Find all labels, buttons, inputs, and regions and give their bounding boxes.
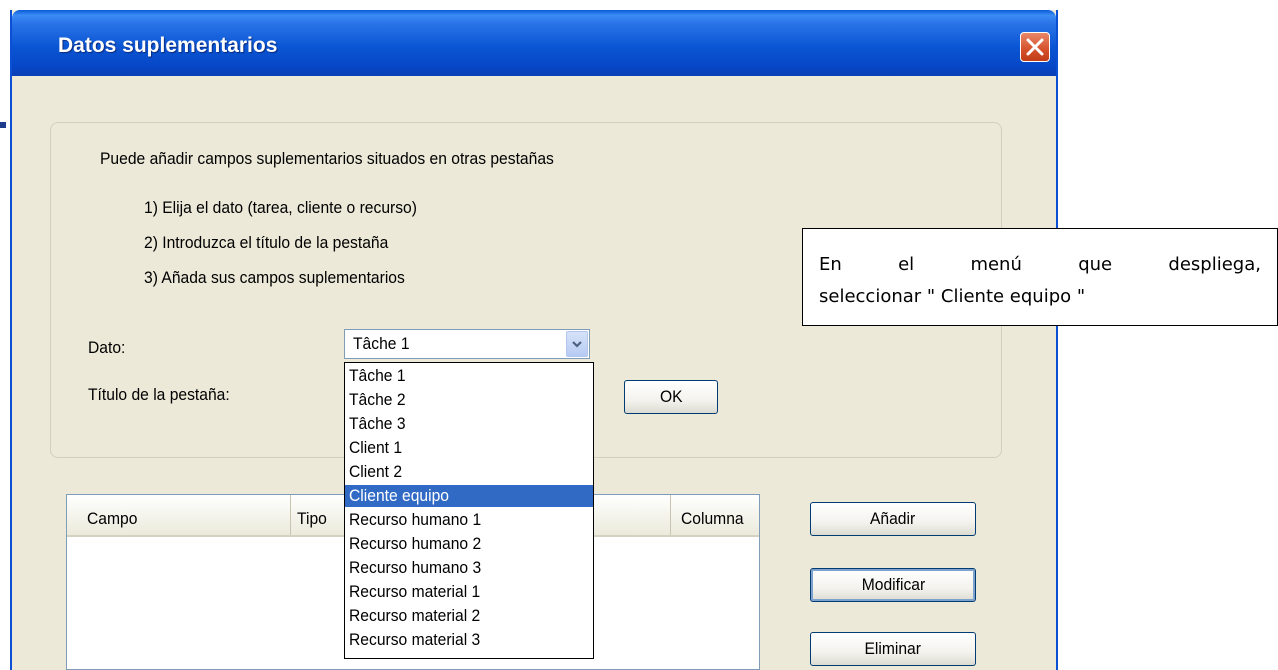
background-window-edge [0,122,6,128]
chevron-down-icon [572,341,582,348]
close-button[interactable] [1020,32,1050,62]
dropdown-option[interactable]: Recurso material 1 [345,581,593,603]
dato-dropdown-list[interactable]: Tâche 1 Tâche 2 Tâche 3 Client 1 Client … [344,362,594,659]
dropdown-option[interactable]: Tâche 1 [345,365,593,387]
callout-line-1: En el menú que despliega, [819,254,1261,275]
delete-button[interactable]: Eliminar [810,632,976,666]
close-icon [1026,38,1044,56]
column-header-campo[interactable]: Campo [67,495,291,535]
dropdown-option-selected[interactable]: Cliente equipo [345,485,593,507]
dropdown-option[interactable]: Tâche 2 [345,389,593,411]
callout-line-2: seleccionar " Cliente equipo " [819,286,1086,307]
step-3-text: 3) Añada sus campos suplementarios [144,268,405,287]
dato-label: Dato: [88,338,126,357]
dropdown-option[interactable]: Recurso material 3 [345,629,593,651]
dropdown-option[interactable]: Recurso humano 3 [345,557,593,579]
window-title: Datos suplementarios [58,34,278,57]
intro-text: Puede añadir campos suplementarios situa… [100,149,554,168]
dropdown-option[interactable]: Recurso humano 1 [345,509,593,531]
titulo-label: Título de la pestaña: [88,385,230,404]
step-1-text: 1) Elija el dato (tarea, cliente o recur… [144,198,417,217]
dropdown-option[interactable]: Tâche 3 [345,413,593,435]
dropdown-option[interactable]: Client 1 [345,437,593,459]
instruction-callout: En el menú que despliega, seleccionar " … [802,228,1278,326]
dropdown-option[interactable]: Recurso humano 2 [345,533,593,555]
title-bar[interactable]: Datos suplementarios [12,10,1056,76]
dato-select-value: Tâche 1 [353,334,410,353]
ok-button[interactable]: OK [624,380,718,414]
dropdown-option[interactable]: Client 2 [345,461,593,483]
dato-select[interactable]: Tâche 1 [344,329,590,359]
modify-button[interactable]: Modificar [810,568,976,602]
column-header-columna[interactable]: Columna [671,495,761,535]
step-2-text: 2) Introduzca el título de la pestaña [144,233,389,252]
dropdown-option[interactable]: Recurso material 2 [345,605,593,627]
add-button[interactable]: Añadir [810,502,976,536]
dato-select-button[interactable] [566,331,588,357]
